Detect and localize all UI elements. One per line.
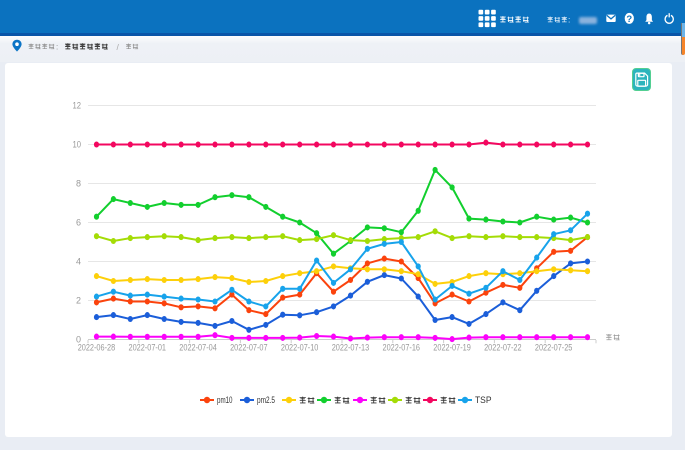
svg-text:pm2.5: pm2.5 xyxy=(257,395,275,405)
svg-text:2022-06-28: 2022-06-28 xyxy=(78,343,116,354)
svg-text:2022-07-10: 2022-07-10 xyxy=(281,343,319,354)
svg-text:2022-07-16: 2022-07-16 xyxy=(383,343,421,354)
svg-text:2022-07-19: 2022-07-19 xyxy=(433,343,471,354)
svg-text:4: 4 xyxy=(76,257,81,267)
svg-text:2: 2 xyxy=(76,296,81,306)
svg-text:2022-07-07: 2022-07-07 xyxy=(230,343,268,354)
svg-text:2022-07-25: 2022-07-25 xyxy=(535,343,573,354)
svg-text:10: 10 xyxy=(73,140,82,150)
svg-text:6: 6 xyxy=(76,218,81,228)
svg-text:2022-07-04: 2022-07-04 xyxy=(179,343,217,354)
svg-text:12: 12 xyxy=(73,101,82,111)
svg-text:2022-07-22: 2022-07-22 xyxy=(484,343,521,354)
svg-text:pm10: pm10 xyxy=(217,395,233,405)
svg-text:2022-07-13: 2022-07-13 xyxy=(332,343,370,354)
svg-text:TSP: TSP xyxy=(475,395,492,405)
svg-text:8: 8 xyxy=(76,179,81,189)
svg-text:2022-07-01: 2022-07-01 xyxy=(129,343,167,354)
